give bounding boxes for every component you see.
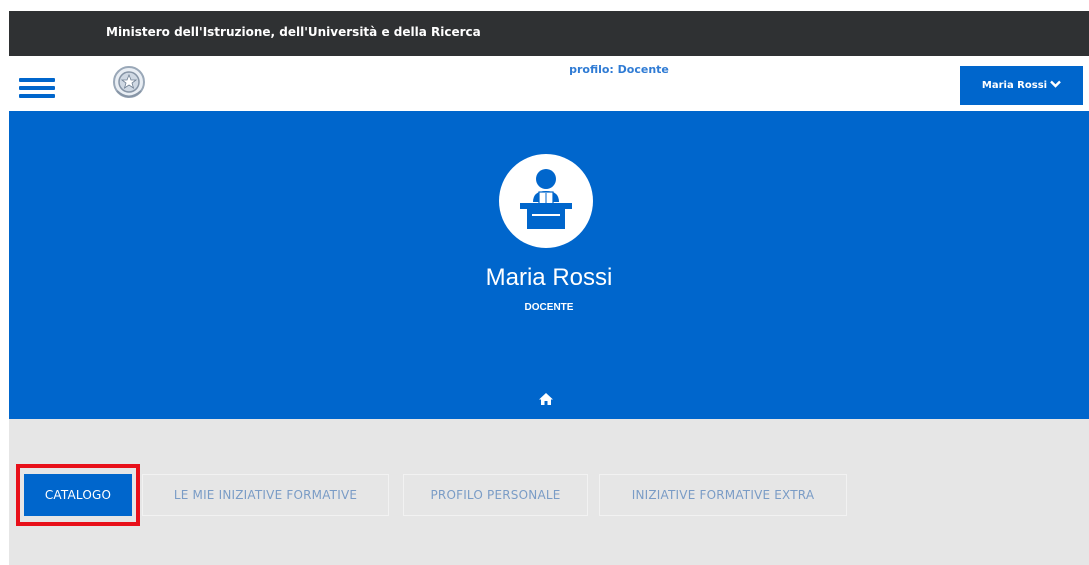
tab-label: CATALOGO	[44, 488, 112, 502]
teacher-avatar-icon	[499, 154, 593, 248]
user-menu-button[interactable]: Maria Rossi	[960, 66, 1083, 105]
user-role: DOCENTE	[524, 302, 574, 313]
tab-catalogo[interactable]: CATALOGO	[24, 474, 132, 516]
tab-label: LE MIE INIZIATIVE FORMATIVE	[173, 488, 358, 502]
chevron-down-icon	[1050, 80, 1061, 91]
user-menu-label: Maria Rossi	[981, 80, 1048, 91]
site-header: profilo: Docente Maria Rossi	[9, 56, 1089, 111]
tab-label: INIZIATIVE FORMATIVE EXTRA	[631, 488, 815, 502]
user-name: Maria Rossi	[485, 264, 613, 291]
ministry-name: Ministero dell'Istruzione, dell'Universi…	[106, 25, 481, 39]
home-icon[interactable]	[538, 392, 554, 406]
navigation-tabs: CATALOGO LE MIE INIZIATIVE FORMATIVE PRO…	[9, 419, 1089, 565]
tab-profilo-personale[interactable]: PROFILO PERSONALE	[403, 474, 588, 516]
hamburger-menu-icon[interactable]	[19, 78, 55, 98]
ministry-topbar: Ministero dell'Istruzione, dell'Universi…	[9, 11, 1089, 56]
profile-label: profilo: Docente	[569, 63, 669, 76]
tab-le-mie-iniziative-formative[interactable]: LE MIE INIZIATIVE FORMATIVE	[142, 474, 389, 516]
profile-hero: Maria Rossi DOCENTE	[9, 111, 1089, 419]
tab-label: PROFILO PERSONALE	[430, 488, 561, 502]
tab-iniziative-formative-extra[interactable]: INIZIATIVE FORMATIVE EXTRA	[599, 474, 847, 516]
